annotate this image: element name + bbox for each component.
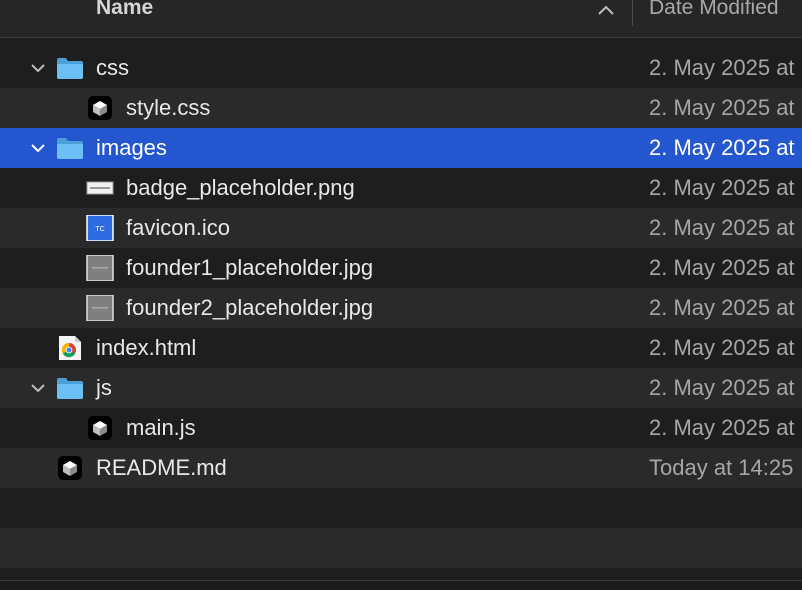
file-name: README.md [96, 455, 227, 480]
list-item-main-js[interactable]: main.js 2. May 2025 at [0, 408, 802, 448]
status-bar [0, 581, 802, 590]
list-item-js[interactable]: js 2. May 2025 at [0, 368, 802, 408]
list-item-favicon[interactable]: TC favicon.ico 2. May 2025 at [0, 208, 802, 248]
code-file-icon [88, 416, 112, 440]
file-name: style.css [126, 95, 211, 120]
file-name: css [96, 55, 129, 80]
chevron-down-icon[interactable] [29, 380, 47, 396]
date-modified: 2. May 2025 at [649, 375, 795, 400]
column-divider[interactable] [632, 0, 633, 26]
image-thumbnail-icon [86, 181, 114, 195]
list-item-index-html[interactable]: index.html 2. May 2025 at [0, 328, 802, 368]
folder-icon [57, 138, 83, 159]
list-item-images[interactable]: images 2. May 2025 at [0, 128, 802, 168]
file-name: js [96, 375, 112, 400]
date-modified: 2. May 2025 at [649, 295, 795, 320]
file-name: badge_placeholder.png [126, 175, 355, 200]
list-item-style-css[interactable]: style.css 2. May 2025 at [0, 88, 802, 128]
date-modified: 2. May 2025 at [649, 215, 795, 240]
list-item-founder1[interactable]: founder1_placeholder.jpg 2. May 2025 at [0, 248, 802, 288]
date-modified: 2. May 2025 at [649, 255, 795, 280]
date-modified: 2. May 2025 at [649, 335, 795, 360]
file-name: main.js [126, 415, 196, 440]
sort-ascending-chevron-icon[interactable] [596, 2, 616, 18]
photo-thumbnail-icon [86, 255, 114, 281]
chrome-html-icon [59, 336, 81, 360]
file-name: founder2_placeholder.jpg [126, 295, 374, 320]
file-list: css 2. May 2025 at style.css 2. May 2025… [0, 48, 802, 568]
favicon-thumbnail-icon: TC [86, 215, 114, 241]
file-name: images [96, 135, 167, 160]
code-file-icon [58, 456, 82, 480]
file-name: favicon.ico [126, 215, 230, 240]
file-name: index.html [96, 335, 197, 360]
list-item-badge-placeholder[interactable]: badge_placeholder.png 2. May 2025 at [0, 168, 802, 208]
chevron-down-icon[interactable] [29, 60, 47, 76]
chevron-down-icon[interactable] [29, 140, 47, 156]
date-modified: 2. May 2025 at [649, 95, 795, 120]
list-item-founder2[interactable]: founder2_placeholder.jpg 2. May 2025 at [0, 288, 802, 328]
file-name: founder1_placeholder.jpg [126, 255, 374, 280]
date-modified: 2. May 2025 at [649, 415, 795, 440]
folder-icon [57, 58, 83, 79]
list-item-css[interactable]: css 2. May 2025 at [0, 48, 802, 88]
code-file-icon [88, 96, 112, 120]
empty-row [0, 488, 802, 528]
empty-row [0, 528, 802, 568]
column-header: Name Date Modified [0, 0, 802, 38]
photo-thumbnail-icon [86, 295, 114, 321]
folder-icon [57, 378, 83, 399]
name-column-header[interactable]: Name [96, 0, 153, 20]
date-modified: 2. May 2025 at [649, 55, 795, 80]
list-item-readme[interactable]: README.md Today at 14:25 [0, 448, 802, 488]
date-modified: 2. May 2025 at [649, 135, 795, 160]
favicon-text: TC [95, 226, 104, 233]
date-modified: 2. May 2025 at [649, 175, 795, 200]
date-modified-column-header[interactable]: Date Modified [649, 0, 779, 20]
date-modified: Today at 14:25 [649, 455, 794, 480]
